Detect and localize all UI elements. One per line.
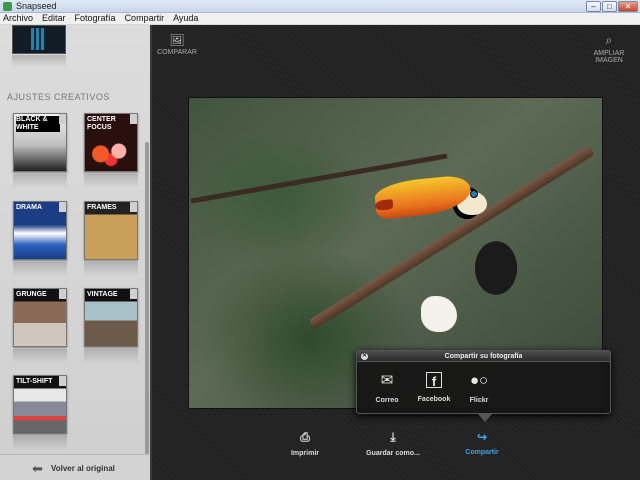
share-popup: ✕ Compartir su fotografía ✉ Correo f Fac… [356,350,611,422]
facebook-icon: f [426,372,442,389]
close-icon[interactable]: ✕ [361,353,368,360]
filter-label: VINTAGE [87,291,118,298]
filter-frames[interactable]: FRAMES [84,201,138,260]
share-flickr-button[interactable]: ●○ Flickr [457,372,501,405]
maximize-button[interactable]: □ [602,1,617,12]
window-title: Snapseed [16,1,57,11]
compare-button[interactable]: 🖼︎ COMPARAR [156,33,198,56]
filter-black-white[interactable]: BLACK & WHITE [13,113,67,172]
revert-label: Volver al original [51,464,115,473]
panel-scrollbar[interactable] [145,142,149,454]
mail-icon: ✉ [380,372,394,389]
search-icon: ⌕ [605,33,613,47]
filter-center-focus[interactable]: CENTER FOCUS [84,113,138,172]
filter-tilt-shift[interactable]: TILT-SHIFT [13,375,67,434]
printer-icon: ⎙ [300,430,310,444]
window-controls: – □ ✕ [586,1,638,12]
app-icon [3,2,12,11]
menu-bar: Archivo Editar Fotografía Compartir Ayud… [0,13,640,25]
filter-grunge[interactable]: GRUNGE [13,288,67,347]
filter-label: GRUNGE [16,291,47,298]
section-title: AJUSTES CREATIVOS [7,92,110,102]
image-icon: 🖼︎ [169,33,185,47]
menu-fotografia[interactable]: Fotografía [75,13,116,24]
minimize-button[interactable]: – [586,1,601,12]
share-label: Correo [375,397,399,404]
menu-compartir[interactable]: Compartir [125,13,165,24]
filter-thumb-partial[interactable] [12,25,66,54]
close-button[interactable]: ✕ [618,1,638,12]
menu-archivo[interactable]: Archivo [3,13,33,24]
share-label: Facebook [417,396,451,403]
flickr-icon: ●○ [469,372,489,389]
share-popup-title: Compartir su fotografía [444,353,523,360]
download-icon: ⤓ [390,430,396,444]
main-stage: 🖼︎ COMPARAR ⌕ AMPLIAR IMAGEN ✕ Compartir… [152,25,640,480]
share-label: Compartir [465,449,499,456]
filter-label: BLACK & WHITE [16,116,60,132]
filter-label: CENTER FOCUS [87,116,116,131]
revert-arrow-icon: ⬅ [32,461,43,476]
share-popup-header: ✕ Compartir su fotografía [357,351,610,362]
filter-label: DRAMA [16,204,43,211]
menu-editar[interactable]: Editar [42,13,66,24]
filter-label: FRAMES [87,204,117,211]
print-label: Imprimir [290,450,319,457]
zoom-label: AMPLIAR IMAGEN [593,50,625,64]
filter-vintage[interactable]: VINTAGE [84,288,138,347]
menu-ayuda[interactable]: Ayuda [173,13,198,24]
compare-label: COMPARAR [157,49,197,56]
share-button[interactable]: ↪ Compartir [460,430,504,456]
save-as-label: Guardar como... [366,450,420,457]
save-as-button[interactable]: ⤓ Guardar como... [360,430,426,457]
revert-button[interactable]: ⬅ Volver al original [0,454,150,480]
filter-panel: AJUSTES CREATIVOS BLACK & WHITE CENTER F… [0,25,152,480]
share-facebook-button[interactable]: f Facebook [412,372,456,404]
print-button[interactable]: ⎙ Imprimir [285,430,325,457]
filter-drama[interactable]: DRAMA [13,201,67,260]
share-mail-button[interactable]: ✉ Correo [365,372,409,405]
share-label: Flickr [469,397,489,404]
filter-label: TILT-SHIFT [16,378,53,385]
share-icon: ↪ [476,430,488,444]
zoom-button[interactable]: ⌕ AMPLIAR IMAGEN [580,33,638,64]
title-bar: Snapseed – □ ✕ [0,0,640,13]
